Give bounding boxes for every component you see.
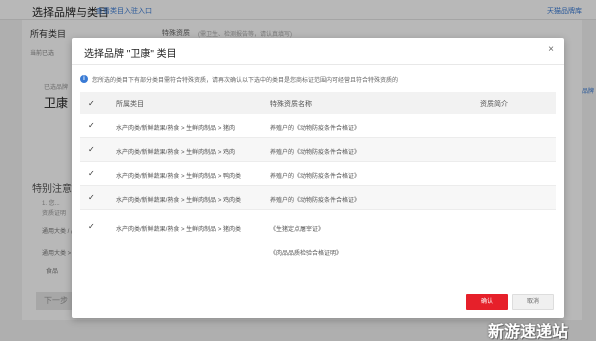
row-check-icon[interactable]: ✓ [88,193,95,202]
row-check-icon[interactable]: ✓ [88,169,95,178]
modal-divider [72,64,564,65]
table-row: ✓ 水产肉类/新鲜蔬果/熟食 > 生鲜肉制品 > 鸡肉 养殖户的《动物防疫条件合… [80,138,556,162]
table-row: ✓ 水产肉类/新鲜蔬果/熟食 > 生鲜肉制品 > 鸡肉类 养殖户的《动物防疫条件… [80,186,556,210]
modal-title: 选择品牌 "卫康" 类目 [84,49,177,60]
confirm-button[interactable]: 确认 [466,294,508,310]
header-category: 所属类目 [116,101,144,108]
header-check-icon[interactable]: ✓ [88,99,95,108]
row-qualification: 《生猪定点屠宰证》 [270,227,325,233]
row-check-icon[interactable]: ✓ [88,121,95,130]
site-watermark: 新游速递站 [488,324,569,341]
table-header: ✓ 所属类目 特殊资质名称 资质简介 [80,92,556,114]
notice-bar: i 您所选的类目下有部分类目需符合特殊资质，请再次确认以下选中的类目是您商标证范… [80,72,556,86]
row-qualification: 养殖户的《动物防疫条件合格证》 [270,126,361,132]
select-category-modal: 选择品牌 "卫康" 类目 × i 您所选的类目下有部分类目需符合特殊资质，请再次… [72,38,564,318]
row-qualification: 养殖户的《动物防疫条件合格证》 [270,174,361,180]
category-table: ✓ 所属类目 特殊资质名称 资质简介 ✓ 水产肉类/新鲜蔬果/熟食 > 生鲜肉制… [80,92,556,266]
row-category: 水产肉类/新鲜蔬果/熟食 > 生鲜肉制品 > 鸭肉类 [116,174,242,180]
row-category: 水产肉类/新鲜蔬果/熟食 > 生鲜肉制品 > 鸡肉 [116,150,236,156]
notice-text: 您所选的类目下有部分类目需符合特殊资质，请再次确认以下选中的类目是您商标证范围内… [92,77,399,84]
cancel-button[interactable]: 取消 [512,294,554,310]
row-check-icon[interactable]: ✓ [88,145,95,154]
close-icon[interactable]: × [548,44,554,55]
row-qualification: 养殖户的《动物防疫条件合格证》 [270,198,361,204]
row-qualification: 《肉品品质检验合格证明》 [270,251,343,257]
header-qualification: 特殊资质名称 [270,101,312,108]
row-category: 水产肉类/新鲜蔬果/熟食 > 生鲜肉制品 > 猪肉类 [116,227,242,233]
header-intro: 资质简介 [480,101,508,108]
row-category: 水产肉类/新鲜蔬果/熟食 > 生鲜肉制品 > 鸡肉类 [116,198,242,204]
row-category: 水产肉类/新鲜蔬果/熟食 > 生鲜肉制品 > 猪肉 [116,126,236,132]
info-icon: i [80,75,88,83]
table-row: ✓ 水产肉类/新鲜蔬果/熟食 > 生鲜肉制品 > 猪肉类 《生猪定点屠宰证》 《… [80,210,556,266]
table-row: ✓ 水产肉类/新鲜蔬果/熟食 > 生鲜肉制品 > 猪肉 养殖户的《动物防疫条件合… [80,114,556,138]
row-check-icon[interactable]: ✓ [88,222,95,231]
row-qualification: 养殖户的《动物防疫条件合格证》 [270,150,361,156]
table-row: ✓ 水产肉类/新鲜蔬果/熟食 > 生鲜肉制品 > 鸭肉类 养殖户的《动物防疫条件… [80,162,556,186]
